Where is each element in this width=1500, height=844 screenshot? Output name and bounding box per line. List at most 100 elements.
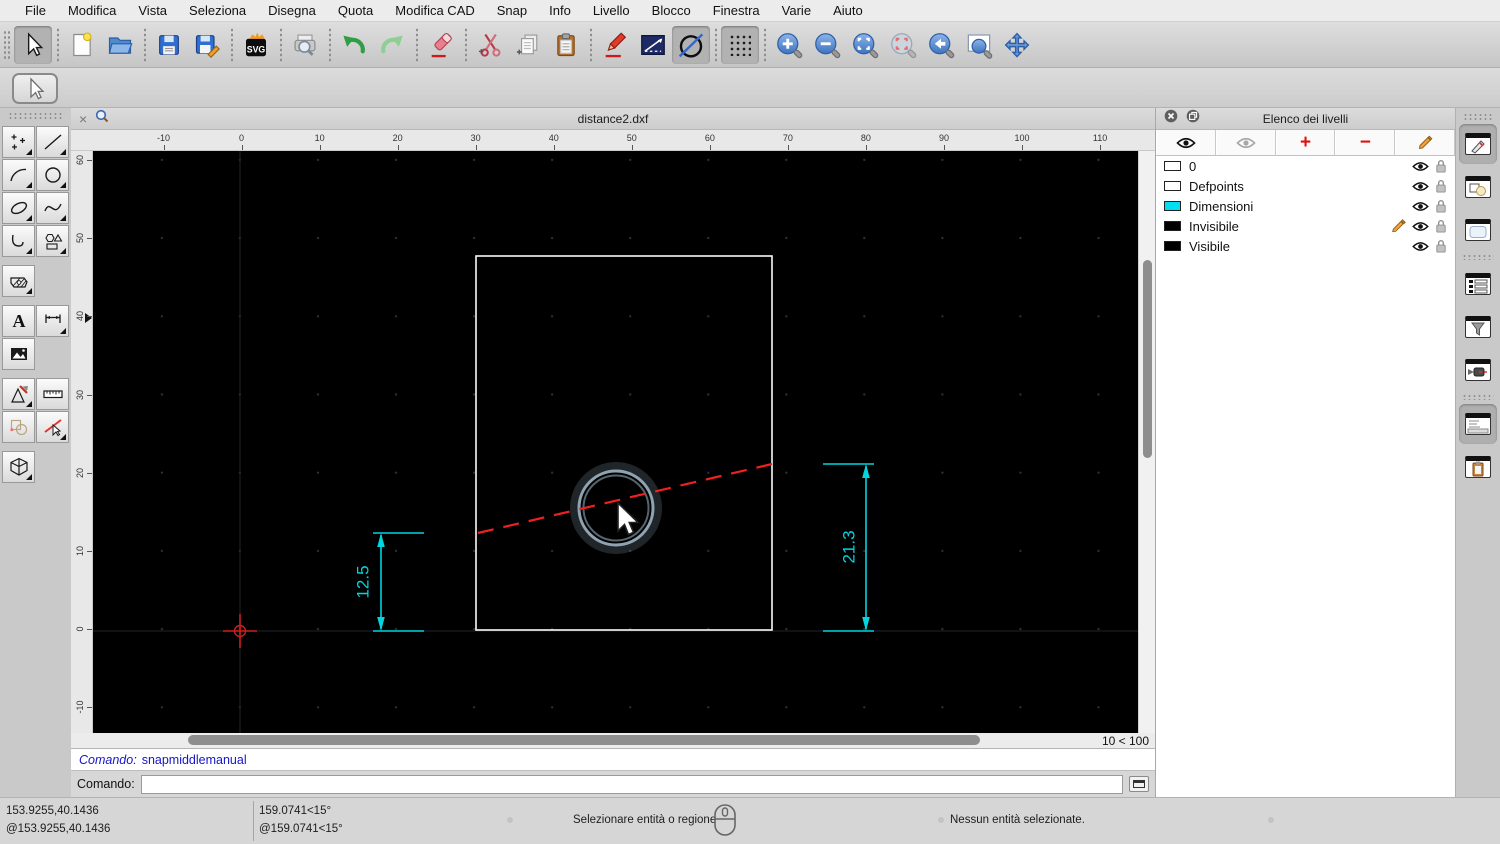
circle-tools-button[interactable] (672, 25, 710, 64)
horizontal-scrollbar-thumb[interactable] (188, 735, 980, 745)
library-browser-toggle-button[interactable] (1459, 210, 1497, 250)
menu-blocco[interactable]: Blocco (641, 3, 702, 18)
layer-color-swatch[interactable] (1164, 161, 1181, 171)
layer-visible-icon[interactable] (1412, 161, 1429, 172)
menu-vista[interactable]: Vista (127, 3, 178, 18)
ellipse-tool-button[interactable] (2, 192, 35, 224)
zoom-previous-button[interactable] (922, 26, 960, 64)
palette-handle[interactable] (8, 112, 63, 120)
menu-seleziona[interactable]: Seleziona (178, 3, 257, 18)
toolbar-handle[interactable] (3, 29, 11, 60)
dock-handle[interactable] (1463, 113, 1493, 120)
drawing-canvas[interactable]: 12.5 21.3 (93, 151, 1138, 733)
layer-row-defpoints[interactable]: Defpoints (1156, 176, 1455, 196)
print-preview-button[interactable] (286, 26, 324, 64)
layer-visible-icon[interactable] (1412, 241, 1429, 252)
selection-tool-button[interactable] (12, 73, 58, 104)
show-all-layers-button[interactable] (1156, 130, 1216, 155)
layer-lock-icon[interactable] (1435, 179, 1447, 193)
horizontal-scrollbar[interactable] (71, 733, 1081, 748)
zoom-selection-button[interactable] (884, 26, 922, 64)
block-list-toggle-button[interactable] (1459, 167, 1497, 207)
select-button[interactable] (14, 25, 52, 64)
hide-all-layers-button[interactable] (1215, 130, 1276, 155)
menu-aiuto[interactable]: Aiuto (822, 3, 874, 18)
menu-file[interactable]: File (14, 3, 57, 18)
menu-modifica-cad[interactable]: Modifica CAD (384, 3, 485, 18)
open-file-button[interactable] (101, 26, 139, 64)
menu-varie[interactable]: Varie (771, 3, 822, 18)
shape-tool-button[interactable] (36, 225, 69, 257)
cut-button[interactable] (471, 26, 509, 64)
zoom-out-button[interactable] (808, 26, 846, 64)
arc-tool-button[interactable] (2, 159, 35, 191)
layer-visible-icon[interactable] (1412, 181, 1429, 192)
hatch-tool-button[interactable] (2, 265, 35, 297)
snap-tool-button[interactable] (36, 411, 69, 443)
layer-lock-icon[interactable] (1435, 159, 1447, 173)
spline-tool-button[interactable] (36, 192, 69, 224)
draw-attributes-button[interactable] (596, 26, 634, 64)
modify-tool-button[interactable] (2, 378, 35, 410)
edit-entity-tool-button[interactable] (2, 411, 35, 443)
panel-close-button[interactable] (1164, 109, 1178, 128)
layer-color-swatch[interactable] (1164, 201, 1181, 211)
layer-row-dimensioni[interactable]: Dimensioni (1156, 196, 1455, 216)
panel-detach-button[interactable] (1186, 109, 1200, 128)
vertical-scrollbar[interactable] (1138, 151, 1155, 733)
layer-visible-icon[interactable] (1412, 221, 1429, 232)
undo-button[interactable] (335, 26, 373, 64)
new-file-button[interactable] (63, 26, 101, 64)
menu-quota[interactable]: Quota (327, 3, 384, 18)
svg-export-button[interactable]: SVG (237, 26, 275, 64)
points-tool-button[interactable] (2, 126, 35, 158)
pan-button[interactable] (998, 26, 1036, 64)
command-popup-button[interactable] (1129, 776, 1149, 792)
layer-list-toggle-button[interactable] (1459, 124, 1497, 164)
layer-color-swatch[interactable] (1164, 241, 1181, 251)
layer-row-0[interactable]: 0 (1156, 156, 1455, 176)
menu-info[interactable]: Info (538, 3, 582, 18)
menu-livello[interactable]: Livello (582, 3, 641, 18)
drawn-rectangle[interactable] (475, 255, 773, 631)
dimension-21-3[interactable]: 21.3 (823, 463, 874, 632)
remove-layer-button[interactable]: − (1335, 130, 1396, 155)
layer-row-invisibile[interactable]: Invisibile (1156, 216, 1455, 236)
zoom-in-button[interactable] (770, 26, 808, 64)
edit-layer-button[interactable] (1395, 130, 1455, 155)
layer-lock-icon[interactable] (1435, 239, 1447, 253)
lighting-toggle-button[interactable] (1459, 350, 1497, 390)
zoom-auto-button[interactable] (846, 26, 884, 64)
dimension-tool-button[interactable] (36, 305, 69, 337)
copy-button[interactable] (509, 26, 547, 64)
layer-lock-icon[interactable] (1435, 219, 1447, 233)
document-tab[interactable]: distance2.dxf × (71, 108, 1155, 130)
isometric-view-button[interactable] (2, 451, 35, 483)
grid-toggle-button[interactable] (721, 25, 759, 64)
measure-tool-button[interactable] (36, 378, 69, 410)
menu-snap[interactable]: Snap (486, 3, 538, 18)
menu-modifica[interactable]: Modifica (57, 3, 127, 18)
dimension-12-5[interactable]: 12.5 (353, 532, 424, 632)
line-tool-button[interactable] (36, 126, 69, 158)
menu-disegna[interactable]: Disegna (257, 3, 327, 18)
tab-close-button[interactable]: × (79, 111, 87, 127)
paste-button[interactable] (547, 26, 585, 64)
layer-lock-icon[interactable] (1435, 199, 1447, 213)
menu-finestra[interactable]: Finestra (702, 3, 771, 18)
add-layer-button[interactable]: + (1275, 130, 1336, 155)
layer-row-visibile[interactable]: Visibile (1156, 236, 1455, 256)
command-input[interactable] (140, 774, 1123, 794)
zoom-window-button[interactable] (960, 26, 998, 64)
line-angle-tools-button[interactable] (634, 26, 672, 64)
save-button[interactable] (150, 26, 188, 64)
polyline-tool-button[interactable] (2, 225, 35, 257)
redo-button[interactable] (373, 26, 411, 64)
selection-filter-toggle-button[interactable] (1459, 307, 1497, 347)
image-tool-button[interactable] (2, 338, 35, 370)
command-history-toggle-button[interactable] (1459, 404, 1497, 444)
save-as-button[interactable] (188, 26, 226, 64)
text-tool-button[interactable]: A (2, 305, 35, 337)
circle-tool-button[interactable] (36, 159, 69, 191)
layer-color-swatch[interactable] (1164, 181, 1181, 191)
